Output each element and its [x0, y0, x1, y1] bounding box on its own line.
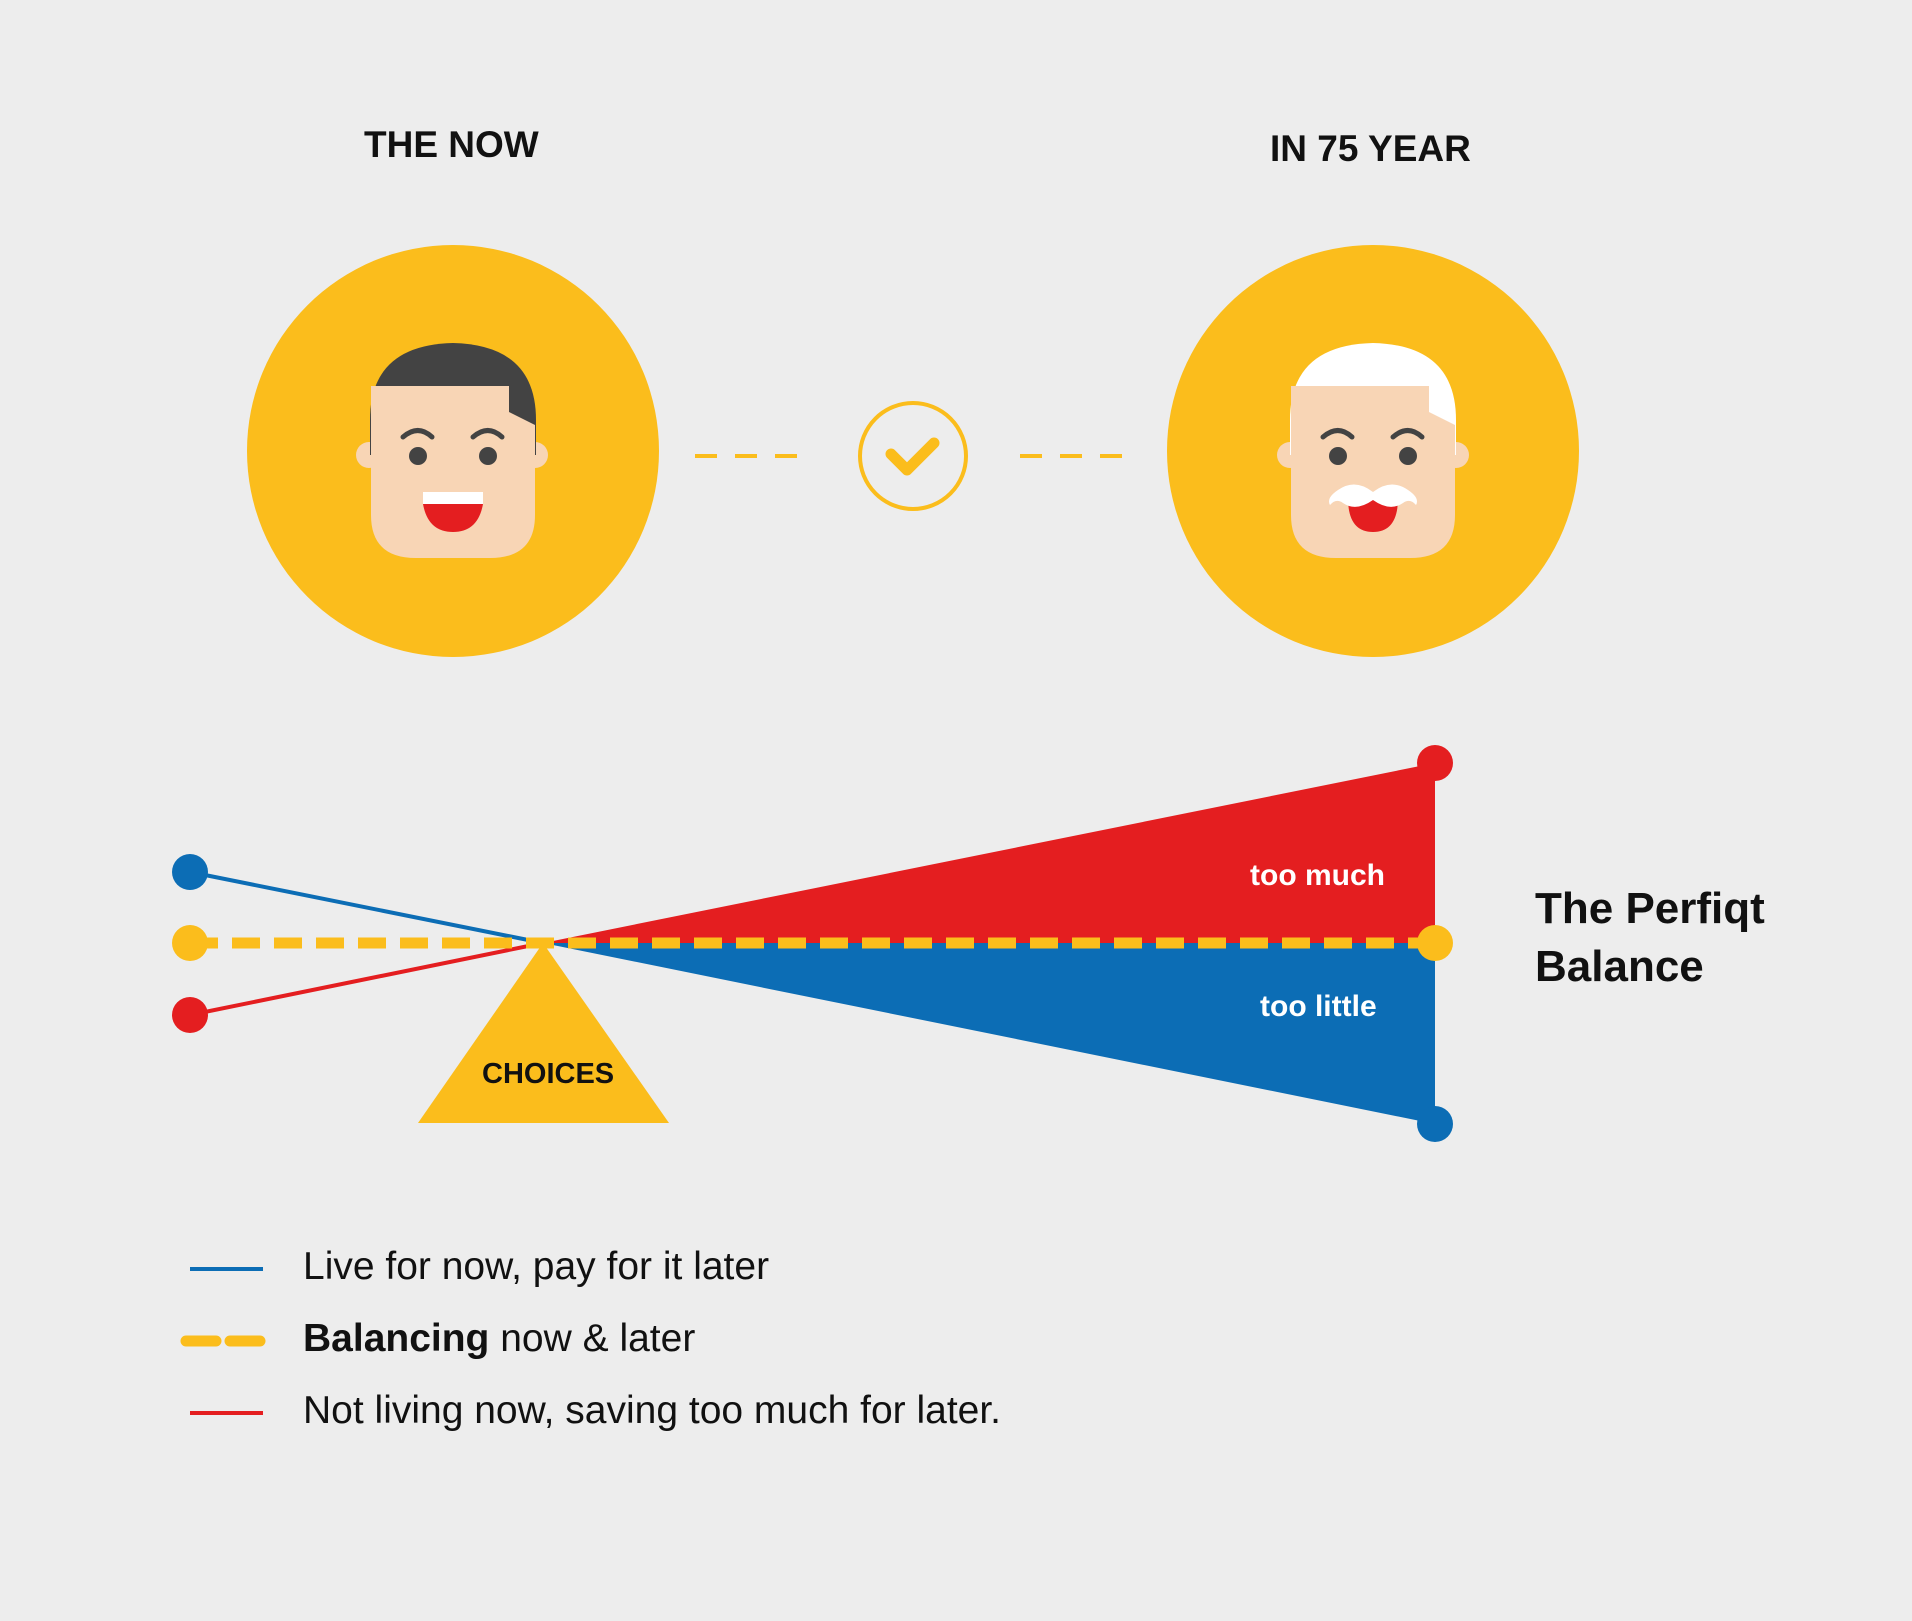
- seesaw: [172, 745, 1453, 1142]
- legend-text: now & later: [489, 1317, 696, 1360]
- face-young-icon: [247, 245, 659, 657]
- live-now-line: [189, 870, 544, 945]
- legend-item-balancing: Balancing now & later: [303, 1317, 695, 1361]
- blue-end-dot: [1417, 1106, 1453, 1142]
- red-start-dot: [172, 997, 208, 1033]
- balance-diagram: [172, 245, 1579, 1415]
- result-title-line1: The Perfiqt: [1535, 884, 1765, 933]
- yellow-end-dot: [1417, 925, 1453, 961]
- choices-fulcrum: [418, 943, 669, 1123]
- legend-item-live-now: Live for now, pay for it later: [303, 1245, 769, 1289]
- choices-label: CHOICES: [482, 1058, 615, 1090]
- blue-start-dot: [172, 854, 208, 890]
- saving-too-much-line: [189, 941, 544, 1017]
- too-much-label: too much: [1250, 859, 1385, 892]
- legend-text: Live for now, pay for it later: [303, 1245, 770, 1288]
- too-little-area: [543, 943, 1435, 1124]
- too-little-label: too little: [1260, 990, 1377, 1023]
- check-circle-icon: [858, 401, 968, 511]
- legend-item-saving-too-much: Not living now, saving too much for late…: [303, 1389, 1001, 1433]
- result-title-line2: Balance: [1535, 942, 1704, 991]
- legend-bold-text: Balancing: [303, 1317, 490, 1360]
- face-old-icon: [1167, 245, 1579, 657]
- too-much-area: [543, 763, 1435, 943]
- red-end-dot: [1417, 745, 1453, 781]
- yellow-start-dot: [172, 925, 208, 961]
- legend-text: Not living now, saving too much for late…: [303, 1389, 1002, 1432]
